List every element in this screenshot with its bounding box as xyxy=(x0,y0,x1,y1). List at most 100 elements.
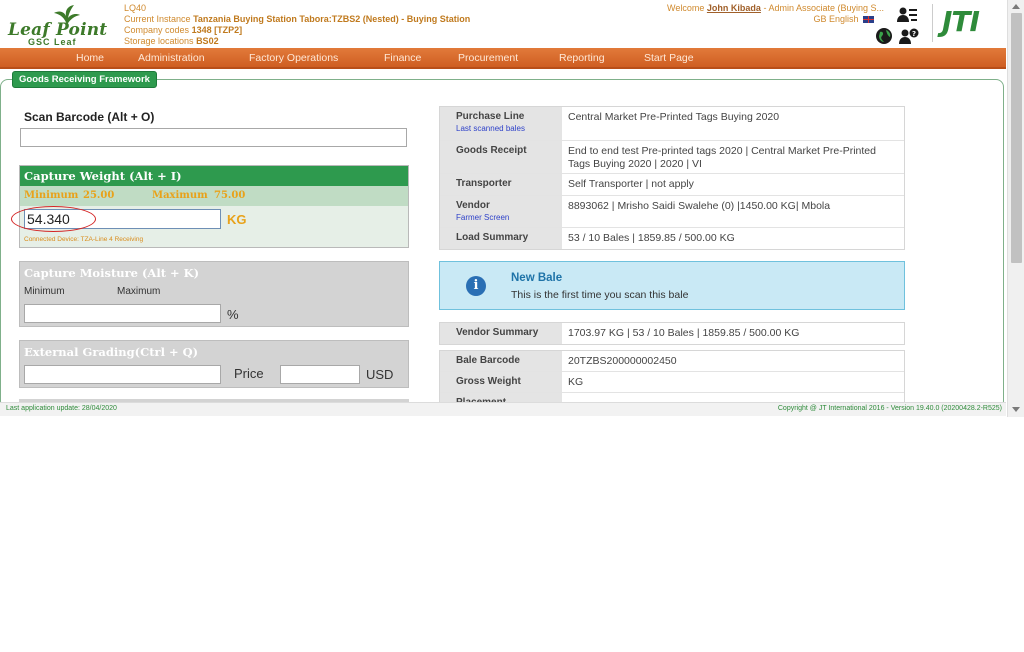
vendor-summary-table: Vendor Summary 1703.97 KG | 53 / 10 Bale… xyxy=(439,322,905,345)
logo-subtitle: GSC Leaf xyxy=(28,37,77,47)
capture-weight-title: Capture Weight (Alt + I) xyxy=(20,166,408,186)
moisture-min-label: Minimum xyxy=(24,286,65,297)
alert-title: New Bale xyxy=(511,272,563,284)
currency-label: USD xyxy=(366,367,394,382)
scroll-down-arrow-icon[interactable] xyxy=(1012,407,1020,412)
bale-barcode-value: 20TZBS200000002450 xyxy=(568,355,677,367)
application-window: Leaf Point GSC Leaf LQ40 Current Instanc… xyxy=(0,0,1024,417)
info-row: Load Summary 53 / 10 Bales | 1859.85 / 5… xyxy=(440,228,904,249)
last-update-text: Last application update: 28/04/2020 xyxy=(6,405,117,412)
scroll-thumb[interactable] xyxy=(1011,13,1022,263)
bale-info-table: Bale Barcode 20TZBS200000002450 Gross We… xyxy=(439,350,905,402)
weight-input[interactable] xyxy=(24,209,221,229)
uk-flag-icon xyxy=(863,16,874,24)
globe-icon[interactable] xyxy=(875,27,895,45)
info-row: Gross Weight KG xyxy=(440,372,904,393)
bale-barcode-key: Bale Barcode xyxy=(440,351,562,371)
svg-text:?: ? xyxy=(912,30,916,38)
placement-value xyxy=(562,393,904,402)
user-settings-icon[interactable] xyxy=(897,6,917,24)
load-summary-value: 53 / 10 Bales | 1859.85 / 500.00 KG xyxy=(568,232,735,244)
moisture-max-label: Maximum xyxy=(117,286,161,297)
weight-min-value: 25.00 xyxy=(83,190,115,201)
nav-reporting[interactable]: Reporting xyxy=(559,52,605,64)
moisture-unit: % xyxy=(227,307,239,322)
new-bale-alert: i New Bale This is the first time you sc… xyxy=(439,261,905,310)
purchase-line-label: Purchase Line xyxy=(456,111,525,122)
goods-receipt-value: End to end test Pre-printed tags 2020 | … xyxy=(568,145,876,170)
header: Leaf Point GSC Leaf LQ40 Current Instanc… xyxy=(0,0,1006,48)
vendor-summary-value: 1703.97 KG | 53 / 10 Bales | 1859.85 / 5… xyxy=(568,327,800,339)
scan-barcode-label: Scan Barcode (Alt + O) xyxy=(24,110,155,124)
gross-weight-key: Gross Weight xyxy=(440,372,562,392)
welcome-info: Welcome John Kibada - Admin Associate (B… xyxy=(667,3,884,14)
gross-weight-value: KG xyxy=(568,376,584,388)
user-role: - Admin Associate (Buying S... xyxy=(763,3,884,13)
info-row: Goods Receipt End to end test Pre-printe… xyxy=(440,141,904,174)
info-row: Placement xyxy=(440,393,904,402)
main-nav: Home Administration Factory Operations F… xyxy=(0,48,1006,69)
user-help-icon[interactable]: ? xyxy=(899,27,919,45)
instance-prefix: Current Instance xyxy=(124,14,191,24)
load-summary-key: Load Summary xyxy=(440,228,562,249)
scroll-up-arrow-icon[interactable] xyxy=(1012,4,1020,9)
instance-name: Tanzania Buying Station Tabora:TZBS2 (Ne… xyxy=(193,14,471,24)
brand-divider xyxy=(932,4,933,42)
nav-home[interactable]: Home xyxy=(76,52,104,64)
weight-max-value: 75.00 xyxy=(214,190,246,201)
purchase-line-key: Purchase Line Last scanned bales xyxy=(440,107,562,140)
user-name-link[interactable]: John Kibada xyxy=(707,3,761,13)
nav-administration[interactable]: Administration xyxy=(138,52,205,64)
last-scanned-bales-link[interactable]: Last scanned bales xyxy=(456,124,562,133)
vendor-value: 8893062 | Mrisho Saidi Swalehe (0) |1450… xyxy=(568,200,831,212)
placement-key: Placement xyxy=(440,393,562,402)
price-label: Price xyxy=(234,366,264,381)
language-label: GB English xyxy=(813,14,859,24)
weight-max-label: Maximum xyxy=(152,190,208,201)
alert-message: This is the first time you scan this bal… xyxy=(511,289,689,301)
nav-start-page[interactable]: Start Page xyxy=(644,52,694,64)
grade-input[interactable] xyxy=(24,365,221,384)
frame-title-tab: Goods Receiving Framework xyxy=(12,71,157,88)
vertical-scrollbar[interactable] xyxy=(1007,0,1024,417)
info-row: Transporter Self Transporter | not apply xyxy=(440,174,904,196)
scan-barcode-input[interactable] xyxy=(20,128,407,147)
transporter-value: Self Transporter | not apply xyxy=(568,178,694,190)
weight-unit: KG xyxy=(227,212,247,227)
moisture-input[interactable] xyxy=(24,304,221,323)
price-input[interactable] xyxy=(280,365,360,384)
storage-locations: BS02 xyxy=(196,36,219,46)
leafpoint-logo[interactable]: Leaf Point GSC Leaf xyxy=(8,4,108,47)
info-row: Purchase Line Last scanned bales Central… xyxy=(440,107,904,141)
nav-factory-operations[interactable]: Factory Operations xyxy=(249,52,338,64)
blank-area xyxy=(0,417,1024,652)
farmer-screen-link[interactable]: Farmer Screen xyxy=(456,213,562,222)
external-grading-title: External Grading(Ctrl + Q) xyxy=(24,345,199,359)
jti-logo: JTI xyxy=(942,5,980,38)
vendor-summary-key: Vendor Summary xyxy=(440,323,562,344)
language-selector[interactable]: GB English xyxy=(813,14,874,24)
company-codes: 1348 [TZP2] xyxy=(191,25,243,35)
vendor-label: Vendor xyxy=(456,200,490,211)
storage-prefix: Storage locations xyxy=(124,36,194,46)
info-icon: i xyxy=(466,276,486,296)
capture-moisture-title: Capture Moisture (Alt + K) xyxy=(24,266,200,280)
weight-limits-row: Minimum 25.00 Maximum 75.00 xyxy=(20,186,408,206)
instance-info: LQ40 Current Instance Tanzania Buying St… xyxy=(124,3,470,47)
footer: Last application update: 28/04/2020 Copy… xyxy=(0,402,1006,416)
welcome-prefix: Welcome xyxy=(667,3,705,13)
purchase-line-value: Central Market Pre-Printed Tags Buying 2… xyxy=(568,111,780,123)
nav-procurement[interactable]: Procurement xyxy=(458,52,518,64)
connected-device: Connected Device: TZA-Line 4 Receiving xyxy=(24,236,144,243)
nav-finance[interactable]: Finance xyxy=(384,52,421,64)
info-row: Vendor Summary 1703.97 KG | 53 / 10 Bale… xyxy=(440,323,904,344)
goods-receipt-key: Goods Receipt xyxy=(440,141,562,173)
info-row: Bale Barcode 20TZBS200000002450 xyxy=(440,351,904,372)
vendor-key: Vendor Farmer Screen xyxy=(440,196,562,227)
info-row: Vendor Farmer Screen 8893062 | Mrisho Sa… xyxy=(440,196,904,228)
purchase-info-table: Purchase Line Last scanned bales Central… xyxy=(439,106,905,250)
transporter-key: Transporter xyxy=(440,174,562,195)
copyright-text: Copyright @ JT International 2016 - Vers… xyxy=(777,405,1002,412)
app-code: LQ40 xyxy=(124,3,147,13)
company-prefix: Company codes xyxy=(124,25,190,35)
